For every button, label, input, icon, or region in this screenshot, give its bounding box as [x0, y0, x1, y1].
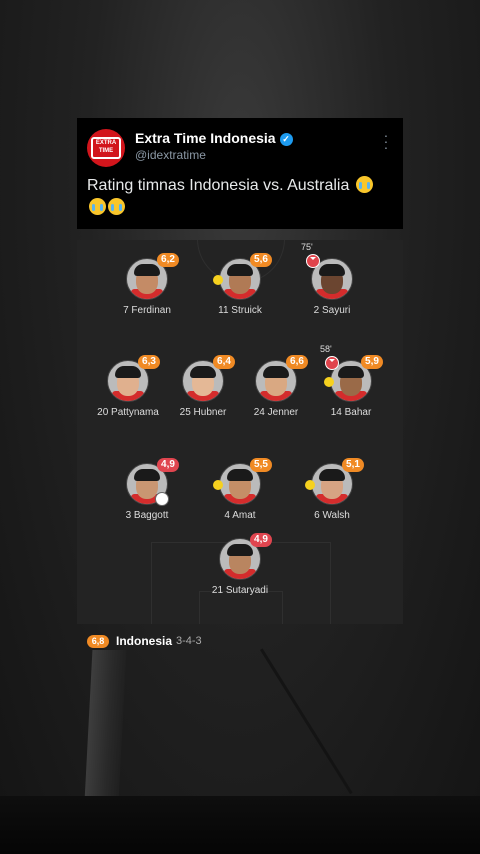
avatar-logo: EXTRA TIME	[91, 137, 121, 159]
tweet-text: Rating timnas Indonesia vs. Australia	[87, 177, 350, 194]
more-options-icon[interactable]: · · ·	[383, 128, 389, 154]
photo-hair	[227, 469, 253, 481]
player-photo[interactable]: 6,6	[255, 355, 308, 402]
account-name-row[interactable]: Extra Time Indonesia ✓	[135, 130, 293, 146]
player-name: 21 Sutaryadi	[211, 585, 269, 596]
tweet-text-block: Rating timnas Indonesia vs. Australia	[87, 175, 392, 219]
rating-badge: 5,9	[361, 355, 383, 369]
substitution-minute: 58'	[320, 344, 332, 354]
rating-badge: 5,6	[250, 253, 272, 267]
substitution-minute: 75'	[301, 242, 313, 252]
rating-badge: 5,5	[250, 458, 272, 472]
player-photo[interactable]: 6,3	[107, 355, 160, 402]
rating-badge: 4,9	[250, 533, 272, 547]
rating-badge: 4,9	[157, 458, 179, 472]
lineup-footer: 6,8 Indonesia 3-4-3	[77, 628, 403, 654]
yellow-card-icon	[213, 275, 223, 285]
verified-badge-icon: ✓	[279, 133, 293, 146]
team-rating-badge: 6,8	[87, 635, 109, 648]
crying-face-emoji-icon	[108, 198, 125, 215]
photo-hair	[134, 264, 160, 276]
player-name: 6 Walsh	[314, 510, 350, 521]
yellow-card-icon	[324, 377, 334, 387]
player-sutaryadi[interactable]: 4,9 21 Sutaryadi	[185, 533, 295, 596]
substitution-out-icon	[306, 254, 320, 268]
team-name[interactable]: Indonesia	[116, 634, 172, 648]
crying-face-emoji-icon	[89, 198, 106, 215]
player-photo[interactable]: 5,5	[213, 458, 272, 505]
player-photo[interactable]: 5,9 58'	[320, 344, 383, 402]
photo-hair	[263, 366, 289, 378]
rating-badge: 6,2	[157, 253, 179, 267]
player-photo[interactable]: 4,9	[219, 533, 272, 580]
player-bahar[interactable]: 5,9 58' 14 Bahar	[296, 344, 403, 418]
player-name: 14 Bahar	[330, 407, 372, 418]
player-photo[interactable]: 4,9	[126, 458, 179, 506]
photo-hair	[338, 366, 364, 378]
photo-hair	[227, 544, 253, 556]
photo-hair	[115, 366, 141, 378]
account-name[interactable]: Extra Time Indonesia	[135, 130, 276, 146]
yellow-card-icon	[305, 480, 315, 490]
formation-label: 3-4-3	[176, 635, 202, 647]
background-wire	[260, 648, 353, 795]
photo-hair	[319, 264, 345, 276]
player-walsh[interactable]: 5,1 6 Walsh	[277, 458, 387, 521]
background-ground	[0, 796, 480, 854]
lineup-pitch: 6,2 7 Ferdinan 5,6 11 Struick 75' 2 Sayuri 6,3…	[77, 240, 403, 624]
rating-badge: 5,1	[342, 458, 364, 472]
crying-face-emoji-icon	[355, 176, 373, 193]
tweet-card: EXTRA TIME Extra Time Indonesia ✓ @idextr…	[77, 118, 403, 229]
photo-hair	[319, 469, 345, 481]
player-photo[interactable]: 5,1	[305, 458, 364, 505]
background-pole	[83, 650, 127, 820]
photo-hair	[227, 264, 253, 276]
player-sayuri[interactable]: 75' 2 Sayuri	[277, 242, 387, 316]
player-name: 2 Sayuri	[313, 305, 351, 316]
own-goal-ball-icon	[155, 492, 169, 506]
player-photo[interactable]: 75'	[301, 242, 353, 300]
yellow-card-icon	[213, 480, 223, 490]
substitution-out-icon	[325, 356, 339, 370]
player-photo[interactable]: 5,6	[213, 253, 272, 300]
account-handle[interactable]: @idextratime	[135, 148, 206, 162]
player-photo[interactable]: 6,2	[126, 253, 179, 300]
player-photo[interactable]: 6,4	[182, 355, 235, 402]
account-avatar[interactable]: EXTRA TIME	[87, 129, 125, 167]
photo-hair	[190, 366, 216, 378]
photo-hair	[134, 469, 160, 481]
